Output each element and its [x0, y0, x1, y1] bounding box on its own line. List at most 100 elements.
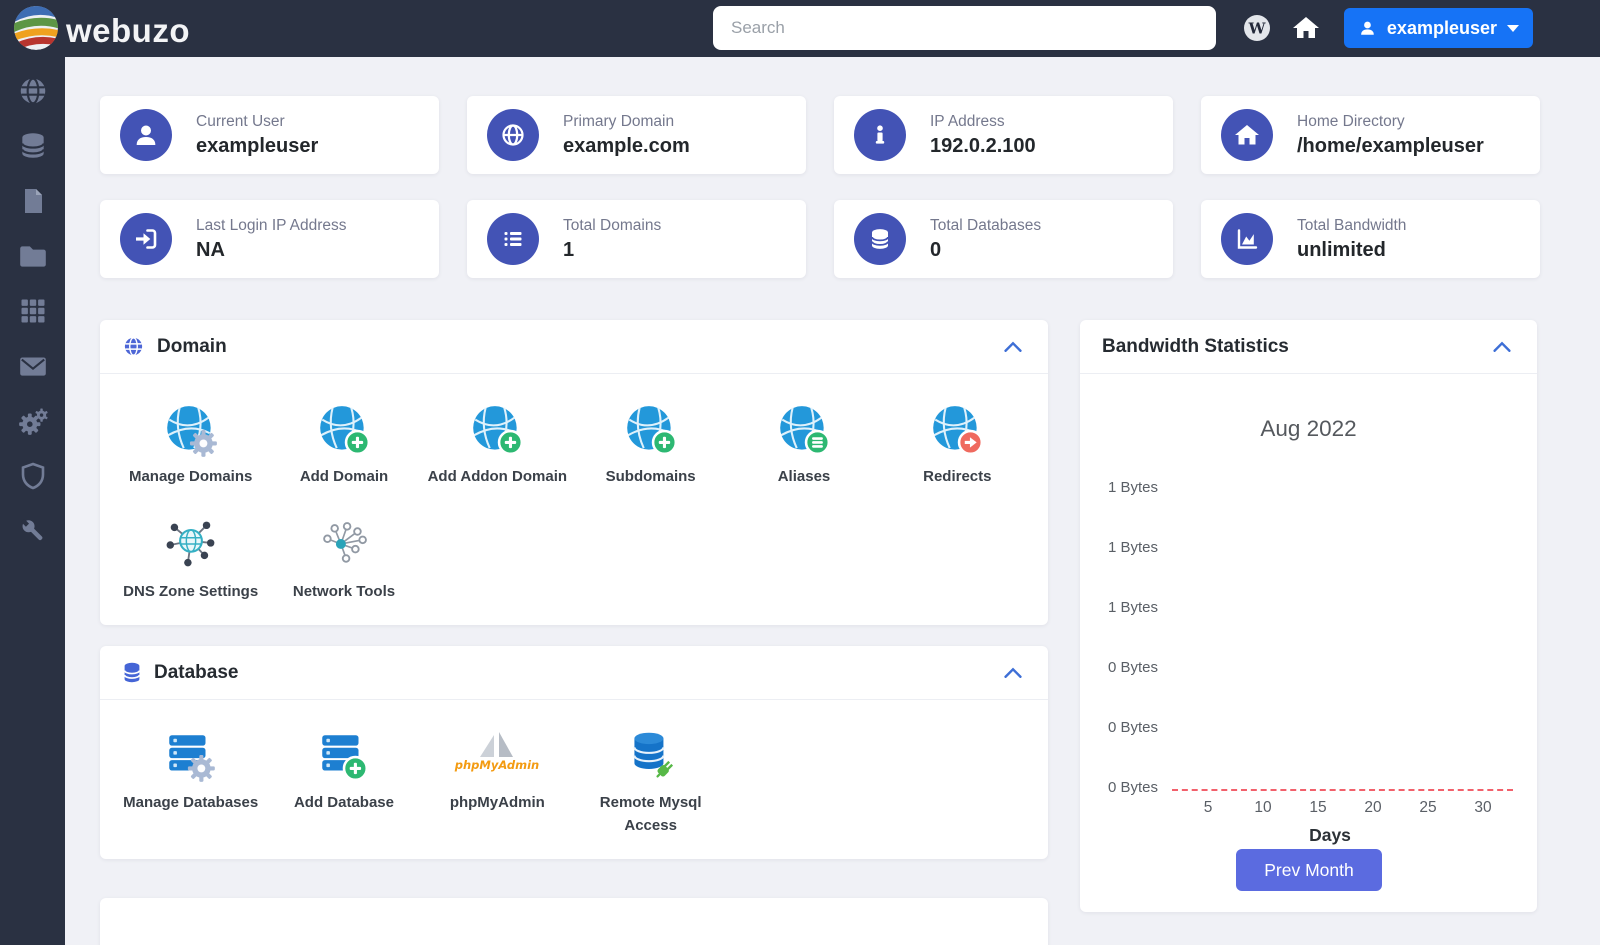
- card-total-databases: Total Databases 0: [834, 200, 1173, 278]
- app-label: Add Addon Domain: [427, 468, 568, 485]
- chart-title: Aug 2022: [1260, 416, 1357, 441]
- app-item-add-addon-domain[interactable]: Add Addon Domain: [421, 388, 574, 503]
- stat-cards-grid: Current User exampleuser Primary Domain …: [100, 96, 1600, 278]
- app-item-redirects[interactable]: Redirects: [881, 388, 1034, 503]
- bandwidth-panel-header: Bandwidth Statistics: [1080, 320, 1537, 374]
- network-nodes-icon: [315, 515, 373, 575]
- app-item-subdomains[interactable]: Subdomains: [574, 388, 727, 503]
- app-item-add-database[interactable]: Add Database: [267, 714, 420, 851]
- folder-icon: [19, 245, 46, 267]
- stat-value: example.com: [563, 134, 690, 157]
- user-menu-button[interactable]: exampleuser: [1344, 8, 1533, 48]
- sidebar-item-ftp[interactable]: [0, 173, 65, 228]
- stat-value: 192.0.2.100: [930, 134, 1036, 157]
- y-axis-tick: 0 Bytes: [1107, 659, 1158, 676]
- wordpress-icon[interactable]: W: [1241, 12, 1273, 44]
- stat-value: NA: [196, 238, 225, 261]
- app-item-manage-domains[interactable]: Manage Domains: [114, 388, 267, 503]
- sidebar-item-email[interactable]: [0, 338, 65, 393]
- database-panel-header: Database: [100, 646, 1048, 700]
- home-icon[interactable]: [1290, 12, 1322, 44]
- apps-grid-icon: [21, 299, 44, 322]
- app-item-remote-mysql-access[interactable]: Remote Mysql Access: [574, 714, 727, 851]
- app-item-network-tools[interactable]: Network Tools: [267, 503, 420, 618]
- sidebar-item-settings[interactable]: [0, 393, 65, 448]
- phpmyadmin-logo-icon: phpMyAdmin: [437, 726, 557, 786]
- sidebar-item-tools[interactable]: [0, 503, 65, 558]
- stat-label: Last Login IP Address: [196, 216, 347, 234]
- search-input[interactable]: [713, 6, 1216, 50]
- webuzo-sphere-icon: [12, 4, 60, 57]
- database-icon: [20, 132, 45, 158]
- globe-plus-icon: [622, 400, 680, 460]
- globe-gear-icon: [162, 400, 220, 460]
- settings-gears-icon: [18, 408, 48, 435]
- domain-items-grid: Manage Domains Add Domain Add Addon Doma…: [100, 374, 1048, 625]
- stat-label: Home Directory: [1297, 112, 1405, 130]
- app-item-aliases[interactable]: Aliases: [727, 388, 880, 503]
- app-label: Add Domain: [299, 468, 389, 485]
- card-ip-address: IP Address 192.0.2.100: [834, 96, 1173, 174]
- sidebar-item-databases[interactable]: [0, 118, 65, 173]
- wrench-icon: [20, 518, 42, 540]
- user-menu-label: exampleuser: [1386, 17, 1497, 38]
- database-icon: [123, 662, 141, 683]
- search-bar: [713, 6, 1216, 50]
- domain-panel: Domain Manage Domains Add Domain Add Add…: [100, 320, 1048, 625]
- x-axis-tick: 25: [1419, 799, 1437, 816]
- card-home-directory: Home Directory /home/exampleuser: [1201, 96, 1540, 174]
- globe-icon: [487, 109, 539, 161]
- app-label: Manage Databases: [123, 794, 259, 811]
- webuzo-logo[interactable]: webuzo: [12, 4, 190, 57]
- app-item-manage-databases[interactable]: Manage Databases: [114, 714, 267, 851]
- app-item-phpmyadmin[interactable]: phpMyAdmin phpMyAdmin: [421, 714, 574, 851]
- card-current-user: Current User exampleuser: [100, 96, 439, 174]
- card-total-bandwidth: Total Bandwidth unlimited: [1201, 200, 1540, 278]
- chevron-up-icon: [1004, 667, 1022, 678]
- app-label: Remote Mysql Access: [599, 794, 702, 834]
- y-axis-tick: 0 Bytes: [1107, 779, 1158, 796]
- collapse-bandwidth-button[interactable]: [1489, 336, 1515, 358]
- stat-value: 0: [930, 238, 942, 261]
- sidebar-item-domains[interactable]: [0, 63, 65, 118]
- prev-month-button[interactable]: Prev Month: [1236, 849, 1382, 891]
- card-last-login-ip: Last Login IP Address NA: [100, 200, 439, 278]
- app-label: Subdomains: [605, 468, 696, 485]
- sidebar-item-apps[interactable]: [0, 283, 65, 338]
- stat-value: 1: [563, 238, 575, 261]
- list-icon: [487, 213, 539, 265]
- panel-title: Bandwidth Statistics: [1102, 335, 1289, 357]
- user-icon: [1361, 21, 1374, 35]
- globe-icon: [124, 337, 143, 356]
- panel-title: Domain: [157, 335, 227, 357]
- home-icon: [1221, 109, 1273, 161]
- stat-label: IP Address: [930, 112, 1005, 130]
- sign-in-icon: [120, 213, 172, 265]
- logo-text: webuzo: [66, 11, 190, 49]
- database-plug-icon: [622, 726, 680, 786]
- app-item-add-domain[interactable]: Add Domain: [267, 388, 420, 503]
- x-axis-tick: 5: [1203, 799, 1213, 816]
- x-axis-tick: 10: [1254, 799, 1272, 816]
- bandwidth-statistics-panel: Bandwidth Statistics Aug 2022 1 Bytes 1 …: [1080, 320, 1537, 912]
- svg-text:phpMyAdmin: phpMyAdmin: [454, 758, 539, 772]
- dns-nodes-icon: [162, 515, 220, 575]
- y-axis-tick: 1 Bytes: [1107, 599, 1158, 616]
- file-icon: [24, 188, 42, 213]
- app-item-dns-zone-settings[interactable]: DNS Zone Settings: [114, 503, 267, 618]
- collapse-domain-button[interactable]: [1000, 336, 1026, 358]
- app-label: DNS Zone Settings: [123, 582, 259, 600]
- database-icon: [854, 213, 906, 265]
- chevron-up-icon: [1493, 341, 1511, 352]
- sidebar-item-security[interactable]: [0, 448, 65, 503]
- app-label: Aliases: [777, 468, 831, 485]
- chevron-up-icon: [1004, 341, 1022, 352]
- shield-icon: [21, 462, 44, 489]
- collapse-database-button[interactable]: [1000, 662, 1026, 684]
- user-icon: [120, 109, 172, 161]
- panel-title: Database: [154, 661, 239, 683]
- mail-icon: [19, 356, 46, 376]
- chevron-down-icon: [1507, 24, 1519, 32]
- globe-icon: [20, 77, 45, 104]
- sidebar-item-files[interactable]: [0, 228, 65, 283]
